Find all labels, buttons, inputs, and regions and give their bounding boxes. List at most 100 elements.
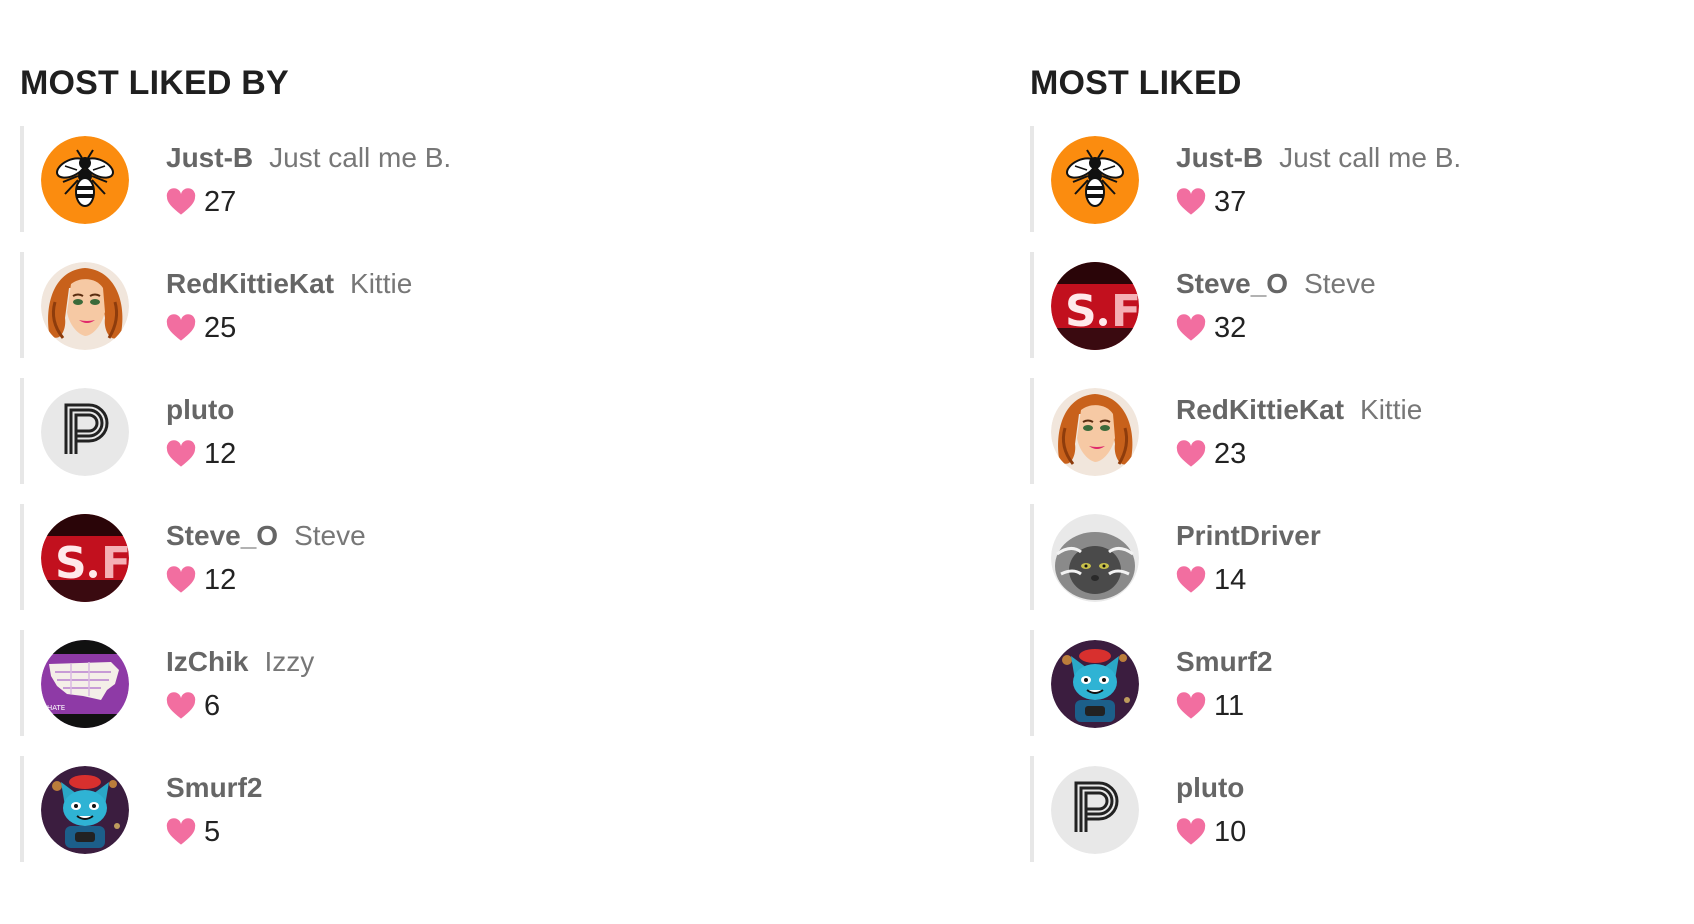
list-item[interactable]: Just-B Just call me B. 27 [20, 126, 640, 232]
display-name: Just call me B. [1279, 142, 1462, 173]
like-count: 12 [166, 564, 236, 596]
user-names: Just-B Just call me B. [166, 142, 451, 179]
heart-icon [166, 692, 196, 720]
list-item[interactable]: RedKittieKat Kittie 23 [1030, 378, 1650, 484]
like-count-value: 23 [1214, 437, 1247, 470]
most-liked-heading: MOST LIKED [1030, 64, 1242, 102]
fluffy-cat-avatar [1051, 514, 1139, 602]
cat-avatar [41, 766, 129, 854]
username-link[interactable]: Steve_O [166, 520, 278, 551]
like-count-value: 6 [204, 689, 221, 722]
user-names: Just-B Just call me B. [1176, 142, 1461, 179]
like-count-value: 32 [1214, 311, 1247, 344]
username-link[interactable]: pluto [1176, 772, 1244, 803]
user-names: RedKittieKat Kittie [1176, 394, 1422, 431]
like-count: 11 [1176, 690, 1244, 722]
list-item[interactable]: HATE IzChik Izzy 6 [20, 630, 640, 736]
like-count-value: 10 [1214, 815, 1247, 848]
most-liked-by-heading: MOST LIKED BY [20, 64, 289, 102]
like-count: 5 [166, 816, 220, 848]
avatar[interactable] [41, 136, 129, 224]
most-liked-list: Just-B Just call me B. 37 S F Steve_O Steve 32 R… [1030, 126, 1650, 882]
letter-p-avatar [41, 388, 129, 476]
heart-icon [166, 818, 196, 846]
avatar[interactable]: SF [1051, 262, 1139, 350]
display-name: Steve [294, 520, 366, 551]
avatar[interactable] [1051, 136, 1139, 224]
heart-icon [166, 188, 196, 216]
username-link[interactable]: Just-B [1176, 142, 1263, 173]
username-link[interactable]: IzChik [166, 646, 248, 677]
avatar[interactable] [41, 766, 129, 854]
heart-icon [1176, 818, 1206, 846]
user-names: RedKittieKat Kittie [166, 268, 412, 305]
like-count: 6 [166, 690, 220, 722]
list-item[interactable]: RedKittieKat Kittie 25 [20, 252, 640, 358]
avatar[interactable] [1051, 640, 1139, 728]
most-liked-by-list: Just-B Just call me B. 27 RedKittieKat Kitti… [20, 126, 640, 882]
username-link[interactable]: PrintDriver [1176, 520, 1321, 551]
avatar[interactable] [41, 262, 129, 350]
username-link[interactable]: Steve_O [1176, 268, 1288, 299]
heart-icon [1176, 440, 1206, 468]
heart-icon [166, 440, 196, 468]
username-link[interactable]: Just-B [166, 142, 253, 173]
list-item[interactable]: S F Steve_O Steve 12 [20, 504, 640, 610]
avatar[interactable]: HATE [41, 640, 129, 728]
user-names: Steve_O Steve [1176, 268, 1376, 305]
display-name: Steve [1304, 268, 1376, 299]
bee-avatar [41, 136, 129, 224]
username-link[interactable]: pluto [166, 394, 234, 425]
heart-icon [166, 566, 196, 594]
letter-p-avatar [1051, 766, 1139, 854]
map-avatar: HATE [41, 640, 129, 728]
display-name: Kittie [350, 268, 413, 299]
user-names: Smurf2 [166, 772, 262, 809]
user-names: pluto [166, 394, 234, 431]
username-link[interactable]: RedKittieKat [166, 268, 334, 299]
neon-sign-avatar: SF [1051, 262, 1139, 350]
display-name: Izzy [264, 646, 315, 677]
list-item[interactable]: pluto 12 [20, 378, 640, 484]
like-count-value: 11 [1214, 689, 1245, 722]
list-item[interactable]: PrintDriver 14 [1030, 504, 1650, 610]
username-link[interactable]: RedKittieKat [1176, 394, 1344, 425]
cat-avatar [1051, 640, 1139, 728]
like-count-value: 5 [204, 815, 221, 848]
svg-text:F: F [1111, 286, 1139, 337]
list-item[interactable]: S F Steve_O Steve 32 [1030, 252, 1650, 358]
avatar[interactable] [1051, 514, 1139, 602]
like-count-value: 14 [1214, 563, 1247, 596]
woman-portrait-avatar [1051, 388, 1139, 476]
heart-icon [166, 314, 196, 342]
list-item[interactable]: Smurf2 5 [20, 756, 640, 862]
like-count: 10 [1176, 816, 1246, 848]
heart-icon [1176, 188, 1206, 216]
bee-avatar [1051, 136, 1139, 224]
like-count: 37 [1176, 186, 1246, 218]
svg-text:S: S [1065, 286, 1097, 337]
like-count: 12 [166, 438, 236, 470]
heart-icon [1176, 566, 1206, 594]
neon-sign-avatar: SF [41, 514, 129, 602]
like-count-value: 12 [204, 437, 237, 470]
list-item[interactable]: Smurf2 11 [1030, 630, 1650, 736]
avatar[interactable]: SF [41, 514, 129, 602]
list-item[interactable]: pluto 10 [1030, 756, 1650, 862]
avatar[interactable] [1051, 766, 1139, 854]
user-names: Steve_O Steve [166, 520, 366, 557]
like-count-value: 25 [204, 311, 237, 344]
user-names: Smurf2 [1176, 646, 1272, 683]
like-count: 32 [1176, 312, 1246, 344]
svg-text:F: F [101, 538, 129, 589]
like-count-value: 37 [1214, 185, 1247, 218]
avatar[interactable] [1051, 388, 1139, 476]
username-link[interactable]: Smurf2 [166, 772, 262, 803]
user-names: IzChik Izzy [166, 646, 314, 683]
avatar[interactable] [41, 388, 129, 476]
list-item[interactable]: Just-B Just call me B. 37 [1030, 126, 1650, 232]
like-count: 14 [1176, 564, 1246, 596]
username-link[interactable]: Smurf2 [1176, 646, 1272, 677]
display-name: Just call me B. [269, 142, 452, 173]
like-count-value: 27 [204, 185, 237, 218]
